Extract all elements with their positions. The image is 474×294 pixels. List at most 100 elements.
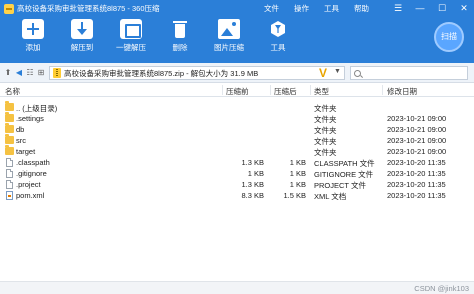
file-packed-size: 1 KB xyxy=(289,158,306,167)
toolbar: 添加 解压到 一键解压 删除 图片压缩 工具 扫描 xyxy=(0,17,474,63)
file-modified: 2023-10-20 11:35 xyxy=(387,180,446,189)
column-type[interactable]: 类型 xyxy=(314,86,329,97)
folder-icon xyxy=(5,145,14,155)
archive-app-icon xyxy=(4,3,14,14)
one-click-extract-label: 一键解压 xyxy=(116,43,146,52)
file-type: XML 文档 xyxy=(314,192,347,201)
verified-icon[interactable]: V xyxy=(317,67,329,79)
maximize-button[interactable]: ☐ xyxy=(436,0,448,17)
menu-operation[interactable]: 操作 xyxy=(294,3,309,14)
list-item[interactable]: db 文件夹 2023-10-21 09:00 xyxy=(0,123,474,135)
list-item[interactable]: pom.xml 8.3 KB 1.5 KB XML 文档 2023-10-20 … xyxy=(0,190,474,201)
folder-icon xyxy=(5,134,14,144)
add-icon xyxy=(22,19,44,39)
up-arrow-icon[interactable]: ⬆ xyxy=(3,67,13,79)
image-compress-button[interactable]: 图片压缩 xyxy=(206,19,252,53)
search-input[interactable] xyxy=(350,66,468,80)
column-divider[interactable] xyxy=(270,85,271,95)
path-field[interactable]: 高校设备采购审批管理系统8l875.zip - 解包大小为 31.9 MB xyxy=(49,66,345,80)
watermark-text: CSDN @jink103 xyxy=(414,284,469,293)
file-packed-size: 1.5 KB xyxy=(283,191,306,200)
close-button[interactable]: ✕ xyxy=(458,0,470,17)
file-packed-size: 1 KB xyxy=(289,180,306,189)
image-compress-icon xyxy=(218,19,240,39)
column-name[interactable]: 名称 xyxy=(5,86,20,97)
column-divider[interactable] xyxy=(310,85,311,95)
list-item[interactable]: .project 1.3 KB 1 KB PROJECT 文件 2023-10-… xyxy=(0,179,474,190)
menu-file[interactable]: 文件 xyxy=(264,3,279,14)
tools-button[interactable]: 工具 xyxy=(255,19,301,53)
list-item[interactable]: src 文件夹 2023-10-21 09:00 xyxy=(0,134,474,146)
one-click-extract-icon xyxy=(120,19,142,39)
column-divider[interactable] xyxy=(382,85,383,95)
delete-button[interactable]: 删除 xyxy=(157,19,203,53)
list-view-icon[interactable]: ☷ xyxy=(25,67,35,79)
file-name: db xyxy=(16,125,25,134)
column-packed[interactable]: 压缩后 xyxy=(274,86,297,97)
minimize-button[interactable]: — xyxy=(414,0,426,17)
extract-icon xyxy=(71,19,93,39)
file-name: .settings xyxy=(16,114,44,123)
file-list: 名称 压缩前 压缩后 类型 修改日期 .. (上级目录) 文件夹 .settin… xyxy=(0,83,474,281)
list-item[interactable]: .settings 文件夹 2023-10-21 09:00 xyxy=(0,112,474,124)
extract-to-label: 解压到 xyxy=(70,43,94,52)
column-divider[interactable] xyxy=(222,85,223,95)
file-name: .gitignore xyxy=(16,169,47,178)
window-title: 高校设备采购审批管理系统8l875 - 360压缩 xyxy=(17,4,160,13)
address-bar: ⬆ ◀ ☷ ⊞ 高校设备采购审批管理系统8l875.zip - 解包大小为 31… xyxy=(0,63,474,83)
window-controls: ☰ — ☐ ✕ xyxy=(392,0,470,17)
tools-icon xyxy=(267,19,289,39)
add-button[interactable]: 添加 xyxy=(10,19,56,53)
xml-file-icon xyxy=(6,191,13,200)
scan-button[interactable]: 扫描 xyxy=(434,22,464,52)
extract-to-button[interactable]: 解压到 xyxy=(59,19,105,53)
menu-tools[interactable]: 工具 xyxy=(324,3,339,14)
main-menu-icon[interactable]: ☰ xyxy=(392,0,404,17)
delete-label: 删除 xyxy=(172,43,188,52)
image-compress-label: 图片压缩 xyxy=(214,43,244,52)
status-bar: CSDN @jink103 xyxy=(0,281,474,294)
one-click-extract-button[interactable]: 一键解压 xyxy=(108,19,154,53)
file-icon xyxy=(6,169,13,178)
search-icon xyxy=(354,70,361,77)
back-arrow-icon[interactable]: ◀ xyxy=(14,67,24,79)
menu-help[interactable]: 帮助 xyxy=(354,3,369,14)
file-size: 1.3 KB xyxy=(241,180,264,189)
file-packed-size: 1 KB xyxy=(289,169,306,178)
column-modified[interactable]: 修改日期 xyxy=(387,86,417,97)
folder-icon xyxy=(5,101,14,111)
list-item[interactable]: .classpath 1.3 KB 1 KB CLASSPATH 文件 2023… xyxy=(0,157,474,168)
file-name: .project xyxy=(16,180,41,189)
file-name: pom.xml xyxy=(16,191,45,200)
zip-file-icon xyxy=(53,68,61,78)
list-item[interactable]: .gitignore 1 KB 1 KB GITIGNORE 文件 2023-1… xyxy=(0,168,474,179)
list-item[interactable]: target 文件夹 2023-10-21 09:00 xyxy=(0,145,474,157)
add-label: 添加 xyxy=(25,43,41,52)
file-modified: 2023-10-21 09:00 xyxy=(387,136,447,145)
grid-view-icon[interactable]: ⊞ xyxy=(36,67,46,79)
file-modified: 2023-10-21 09:00 xyxy=(387,125,447,134)
file-modified: 2023-10-20 11:35 xyxy=(387,191,446,200)
file-icon xyxy=(6,158,13,167)
file-icon xyxy=(6,180,13,189)
folder-icon xyxy=(5,112,14,122)
file-name: target xyxy=(16,147,36,156)
list-header: 名称 压缩前 压缩后 类型 修改日期 xyxy=(0,83,474,97)
file-modified: 2023-10-21 09:00 xyxy=(387,147,447,156)
file-size: 1.3 KB xyxy=(241,158,264,167)
tools-label: 工具 xyxy=(270,43,286,52)
chevron-down-icon[interactable]: ▼ xyxy=(334,68,341,75)
file-name: src xyxy=(16,136,26,145)
file-name: .classpath xyxy=(16,158,50,167)
folder-icon xyxy=(5,123,14,133)
list-item[interactable]: .. (上级目录) 文件夹 xyxy=(0,101,474,113)
column-size[interactable]: 压缩前 xyxy=(226,86,249,97)
file-modified: 2023-10-21 09:00 xyxy=(387,114,447,123)
file-modified: 2023-10-20 11:35 xyxy=(387,169,446,178)
file-size: 1 KB xyxy=(247,169,264,178)
file-modified: 2023-10-20 11:35 xyxy=(387,158,446,167)
path-text: 高校设备采购审批管理系统8l875.zip - 解包大小为 31.9 MB xyxy=(64,68,259,78)
file-size: 8.3 KB xyxy=(241,191,264,200)
delete-icon xyxy=(169,19,191,39)
menu-bar: 文件 操作 工具 帮助 xyxy=(264,0,369,17)
